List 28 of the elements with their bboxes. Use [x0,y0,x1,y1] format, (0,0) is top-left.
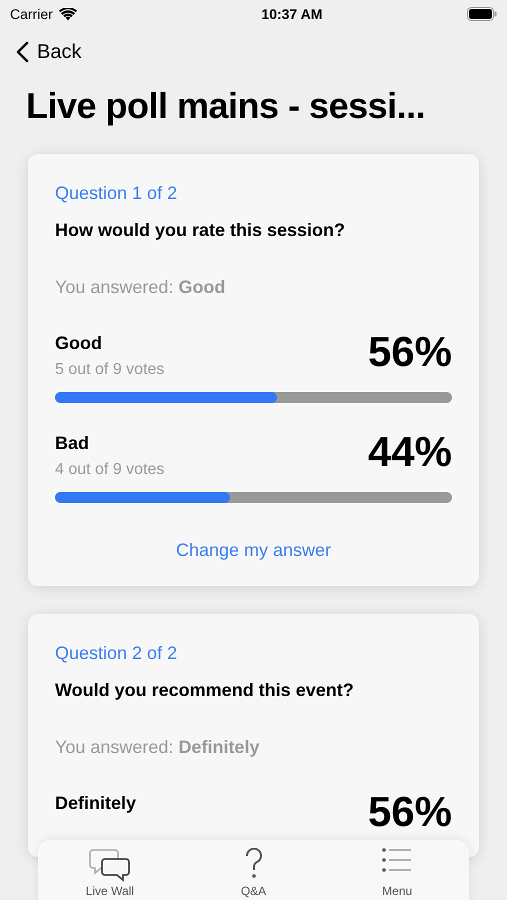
chat-bubbles-icon [88,848,131,882]
back-button[interactable]: Back [16,36,82,68]
battery-icon [466,7,497,21]
question-counter: Question 1 of 2 [55,182,178,205]
page-title: Live poll mains - sessi... [26,84,426,128]
change-answer-link[interactable]: Change my answer [176,537,332,564]
option-label: Definitely [55,792,136,815]
option-label: Good [55,332,103,355]
tab-item[interactable]: Menu [325,840,470,900]
question-text: Would you recommend this event? [55,679,355,702]
vote-count: 5 out of 9 votes [55,360,164,380]
menu-icon [382,848,412,872]
wifi-icon [58,8,77,20]
chevron-left-icon [16,41,29,63]
clock: 10:37 AM [261,4,322,24]
question-text: How would you rate this session? [55,219,346,242]
option-percent: 44% [368,429,452,475]
option-percent: 56% [368,789,452,835]
question-mark-icon [244,848,264,880]
question-counter: Question 2 of 2 [55,642,178,665]
carrier-label: Carrier [10,4,53,24]
tab-item[interactable]: Q&A [182,840,326,900]
answer-summary: You answered: Definitely [55,736,260,759]
option-percent: 56% [368,329,452,375]
vote-count: 4 out of 9 votes [55,460,164,480]
tab-item[interactable]: Live Wall [38,840,182,900]
answer-summary: You answered: Good [55,276,226,299]
option-label: Bad [55,432,90,455]
